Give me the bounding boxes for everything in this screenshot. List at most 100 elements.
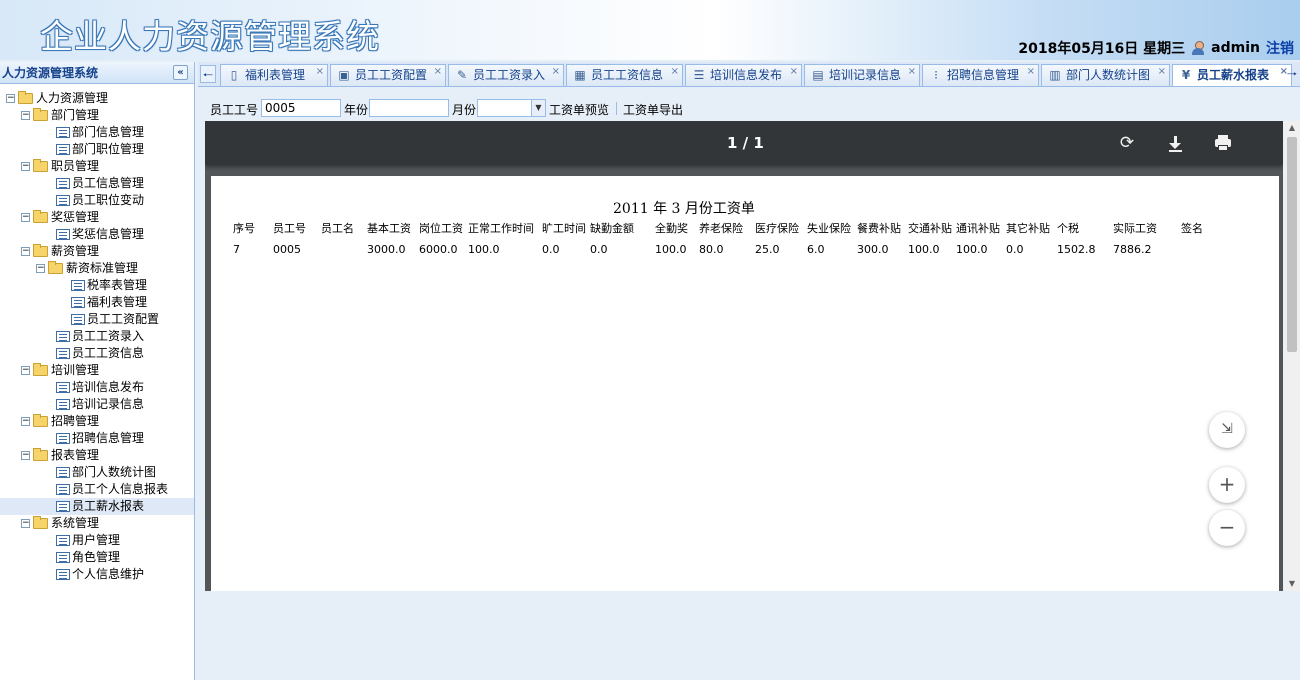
tree-collapse-toggle-icon[interactable]: − [21,417,30,426]
tree-node[interactable]: 员工薪水报表 [0,498,194,515]
scroll-down-arrow-icon[interactable]: ▼ [1284,577,1300,591]
close-icon[interactable]: × [908,65,916,79]
tree-collapse-toggle-icon[interactable]: − [21,366,30,375]
tree-collapse-toggle-icon[interactable]: − [21,213,30,222]
zoom-in-button[interactable]: + [1209,467,1245,503]
tree-node-label: 税率表管理 [87,278,148,292]
tree-node[interactable]: − 招聘管理 [0,413,194,430]
tree-collapse-toggle-icon[interactable]: − [6,94,15,103]
tree-node[interactable]: 员工职位变动 [0,192,194,209]
tree-node-label: 部门人数统计图 [72,465,157,479]
tree-collapse-toggle-icon[interactable]: − [21,162,30,171]
report-toolbar: 员工工号 年份 月份 ▼ 工资单预览 工资单导出 [205,96,1297,120]
payslip-cell: 1502.8 [1057,243,1096,256]
tree-node-label: 员工信息管理 [72,176,145,190]
sidebar-collapse-button[interactable]: « [173,65,188,80]
tree-node[interactable]: 部门信息管理 [0,124,194,141]
payslip-cell: 100.0 [908,243,940,256]
close-icon[interactable]: × [671,65,679,79]
tree-node[interactable]: 税率表管理 [0,277,194,294]
payslip-column-header: 实际工资 [1113,222,1157,235]
tree-node[interactable]: − 报表管理 [0,447,194,464]
tab-table[interactable]: ▦ 员工工资信息 × [566,64,683,86]
year-input[interactable] [369,99,449,117]
tree-node[interactable]: 员工工资录入 [0,328,194,345]
tree-node[interactable]: 福利表管理 [0,294,194,311]
tab-yen[interactable]: ¥ 员工薪水报表 × [1172,64,1292,86]
folder-icon [33,363,48,376]
payslip-column-header: 正常工作时间 [468,222,534,235]
page-icon [56,399,70,410]
tree-node[interactable]: − 培训管理 [0,362,194,379]
tree-node[interactable]: 员工个人信息报表 [0,481,194,498]
logout-link[interactable]: 注销 [1266,38,1294,58]
tab-list[interactable]: ☰ 培训信息发布 × [685,64,802,86]
payslip-column-header: 缺勤金额 [590,222,634,235]
tree-node[interactable]: − 奖惩管理 [0,209,194,226]
page-icon [71,280,85,291]
close-icon[interactable]: × [434,65,442,79]
close-icon[interactable]: × [316,65,324,79]
payslip-cell: 3000.0 [367,243,406,256]
tree-node[interactable]: 个人信息维护 [0,566,194,583]
close-icon[interactable]: × [1027,65,1035,79]
tree-node[interactable]: − 职员管理 [0,158,194,175]
month-select[interactable]: ▼ [477,99,546,117]
tree-node[interactable]: − 薪资管理 [0,243,194,260]
close-icon[interactable]: × [552,65,560,79]
close-icon[interactable]: × [790,65,798,79]
emp-no-input[interactable] [261,99,341,117]
tree-node[interactable]: 招聘信息管理 [0,430,194,447]
tree-node[interactable]: 培训信息发布 [0,379,194,396]
tree-node[interactable]: 部门人数统计图 [0,464,194,481]
tree-node[interactable]: 员工工资配置 [0,311,194,328]
tabs-scroll-right-button[interactable]: 🠒 [1284,65,1300,83]
tree-node[interactable]: 角色管理 [0,549,194,566]
payslip-column-header: 通讯补贴 [956,222,1000,235]
tabs-scroll-left-button[interactable]: 🠐 [200,65,216,83]
folder-icon [18,91,33,104]
tab-grid[interactable]: ▤ 培训记录信息 × [804,64,920,86]
tree-node[interactable]: − 薪资标准管理 [0,260,194,277]
tab-bar-chart[interactable]: ▥ 部门人数统计图 × [1041,64,1170,86]
scrollbar-thumb[interactable] [1287,137,1297,352]
fit-page-button[interactable]: ⇲ [1209,412,1245,448]
close-icon[interactable]: × [1158,65,1166,79]
preview-payslip-button[interactable]: 工资单预览 [549,101,609,118]
download-icon[interactable] [1163,131,1187,155]
payslip-column-header: 个税 [1057,222,1079,235]
tree-node-label: 部门信息管理 [72,125,145,139]
tab-label: 福利表管理 [245,68,306,82]
folder-icon [33,516,48,529]
zoom-out-button[interactable]: − [1209,510,1245,546]
tree-node[interactable]: 部门职位管理 [0,141,194,158]
print-icon[interactable] [1211,131,1235,155]
payslip-cell: 80.0 [699,243,724,256]
vertical-scrollbar[interactable]: ▲ ▼ [1284,121,1300,591]
payslip-cell: 0.0 [542,243,560,256]
tree-node[interactable]: 奖惩信息管理 [0,226,194,243]
tree-collapse-toggle-icon[interactable]: − [21,111,30,120]
tab-money-card[interactable]: ▣ 员工工资配置 × [330,64,446,86]
page-icon [56,552,70,563]
rotate-icon[interactable]: ⟳ [1115,131,1139,155]
tab-bullet-list[interactable]: ⁝ 招聘信息管理 × [922,64,1039,86]
tree-node[interactable]: − 人力资源管理 [0,90,194,107]
folder-icon [33,159,48,172]
tree-node[interactable]: 培训记录信息 [0,396,194,413]
tab-edit[interactable]: ✎ 员工工资录入 × [448,64,564,86]
tree-node[interactable]: − 部门管理 [0,107,194,124]
tree-node[interactable]: 员工信息管理 [0,175,194,192]
payslip-cell: 7886.2 [1113,243,1152,256]
tab-document[interactable]: ▯ 福利表管理 × [220,64,328,86]
tree-collapse-toggle-icon[interactable]: − [21,451,30,460]
export-payslip-button[interactable]: 工资单导出 [623,101,683,118]
tree-collapse-toggle-icon[interactable]: − [21,519,30,528]
tree-collapse-toggle-icon[interactable]: − [21,247,30,256]
tree-node[interactable]: 员工工资信息 [0,345,194,362]
tree-node[interactable]: 用户管理 [0,532,194,549]
tab-label: 部门人数统计图 [1066,68,1151,82]
scroll-up-arrow-icon[interactable]: ▲ [1284,121,1300,135]
tree-node[interactable]: − 系统管理 [0,515,194,532]
tree-collapse-toggle-icon[interactable]: − [36,264,45,273]
